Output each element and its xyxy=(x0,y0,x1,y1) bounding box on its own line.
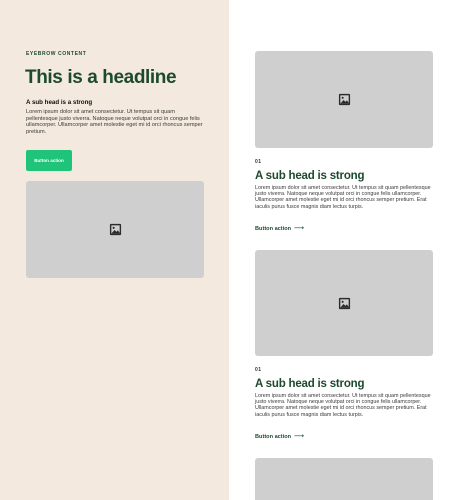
card-number: 01 xyxy=(255,159,262,165)
primary-action-button[interactable]: Button action xyxy=(26,150,72,171)
card-image-placeholder xyxy=(255,250,433,356)
card-image-placeholder xyxy=(255,51,433,148)
image-icon xyxy=(109,223,121,236)
card-action-label: Button action xyxy=(255,226,292,232)
card-number: 01 xyxy=(255,367,262,373)
hero-image-placeholder xyxy=(26,181,204,278)
card-title: A sub head is strong xyxy=(255,378,365,390)
arrow-right-icon: ⟶ xyxy=(294,433,305,440)
image-icon xyxy=(338,297,350,309)
card-title: A sub head is strong xyxy=(255,170,365,182)
page-headline: This is a headline xyxy=(25,67,177,88)
arrow-right-icon: ⟶ xyxy=(294,225,305,232)
card-action-label: Button action xyxy=(255,434,292,440)
card-action-link[interactable]: Button action ⟶ xyxy=(255,433,305,440)
image-icon xyxy=(338,93,350,106)
card-action-link[interactable]: Button action ⟶ xyxy=(255,225,305,232)
eyebrow-text: EYEBROW CONTENT xyxy=(26,51,87,57)
hero-body-text: Lorem ipsum dolor sit amet consectetur. … xyxy=(26,109,203,136)
hero-subhead: A sub head is a strong xyxy=(26,99,93,106)
card-body-text: Lorem ipsum dolor sit amet consectetur. … xyxy=(255,393,431,418)
card-body-text: Lorem ipsum dolor sit amet consectetur. … xyxy=(255,185,431,210)
card-image-placeholder xyxy=(255,458,433,500)
